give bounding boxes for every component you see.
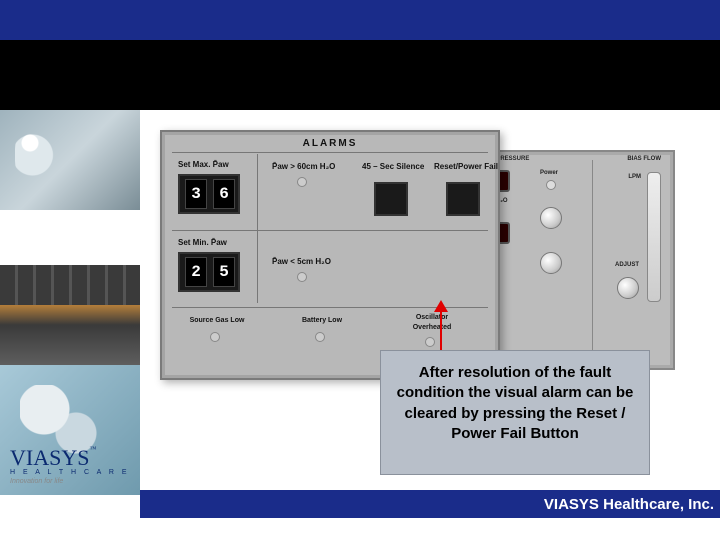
red-arrow-indicator xyxy=(440,310,442,350)
oscillator-label-2: Overheated xyxy=(397,324,467,331)
decorative-photo-sunset xyxy=(0,265,140,365)
knob-1[interactable] xyxy=(540,207,562,229)
logo-brand: VIASYS™ xyxy=(10,445,140,471)
source-gas-label: Source Gas Low xyxy=(182,317,252,324)
knob-2[interactable] xyxy=(540,252,562,274)
silence-button[interactable] xyxy=(374,182,408,216)
alarms-panel: ALARMS Set Max. P̄aw 3 6 P̄aw > 60cm H₂O… xyxy=(160,130,500,380)
paw-lt-light xyxy=(297,272,307,282)
reset-label: Reset/Power Fail xyxy=(434,162,494,171)
logo-tm: ™ xyxy=(89,445,96,453)
reset-power-fail-button[interactable] xyxy=(446,182,480,216)
top-blue-band xyxy=(0,0,720,40)
thumbwheel-min[interactable]: 2 5 xyxy=(178,252,240,292)
set-min-label: Set Min. P̄aw xyxy=(178,238,227,247)
logo-text: VIASYS xyxy=(10,445,89,470)
divider xyxy=(172,230,488,231)
lpm-label: LPM xyxy=(628,174,641,180)
callout-text: After resolution of the fault condition … xyxy=(397,364,634,442)
power-label: Power xyxy=(540,170,558,176)
flow-tube xyxy=(647,172,661,302)
alarms-title: ALARMS xyxy=(162,138,498,149)
decorative-photo-surgeon xyxy=(0,110,140,210)
thumb-min-digit-2[interactable]: 5 xyxy=(213,257,235,287)
panel-separator xyxy=(592,160,593,360)
source-gas-light xyxy=(210,332,220,342)
thumb-min-digit-1[interactable]: 2 xyxy=(185,257,207,287)
set-max-label: Set Max. P̄aw xyxy=(178,160,229,169)
divider xyxy=(172,152,488,153)
paw-lt-label: P̄aw < 5cm H₂O xyxy=(272,257,331,266)
adjust-knob[interactable] xyxy=(617,277,639,299)
power-light xyxy=(546,180,556,190)
footer-bar: VIASYS Healthcare, Inc. xyxy=(140,490,720,518)
oscillator-label-1: Oscillator xyxy=(397,314,467,321)
callout-box: After resolution of the fault condition … xyxy=(380,350,650,475)
black-title-band xyxy=(0,40,720,110)
silence-label: 45 – Sec Silence xyxy=(362,162,422,171)
left-image-column xyxy=(0,110,140,440)
paw-gt-light xyxy=(297,177,307,187)
battery-low-label: Battery Low xyxy=(287,317,357,324)
paw-gt-label: P̄aw > 60cm H₂O xyxy=(272,162,335,171)
oscillator-light xyxy=(425,337,435,347)
logo-tagline: Innovation for life xyxy=(10,478,140,485)
thumb-max-digit-2[interactable]: 6 xyxy=(213,179,235,209)
divider-vert xyxy=(257,154,258,303)
bias-flow-label: BIAS FLOW xyxy=(627,156,661,162)
battery-low-light xyxy=(315,332,325,342)
thumb-max-digit-1[interactable]: 3 xyxy=(185,179,207,209)
thumbwheel-max[interactable]: 3 6 xyxy=(178,174,240,214)
logo-sub: H E A L T H C A R E xyxy=(10,469,140,476)
logo-area: VIASYS™ H E A L T H C A R E Innovation f… xyxy=(10,445,140,500)
adjust-label: ADJUST xyxy=(602,262,652,268)
footer-text: VIASYS Healthcare, Inc. xyxy=(544,496,714,513)
